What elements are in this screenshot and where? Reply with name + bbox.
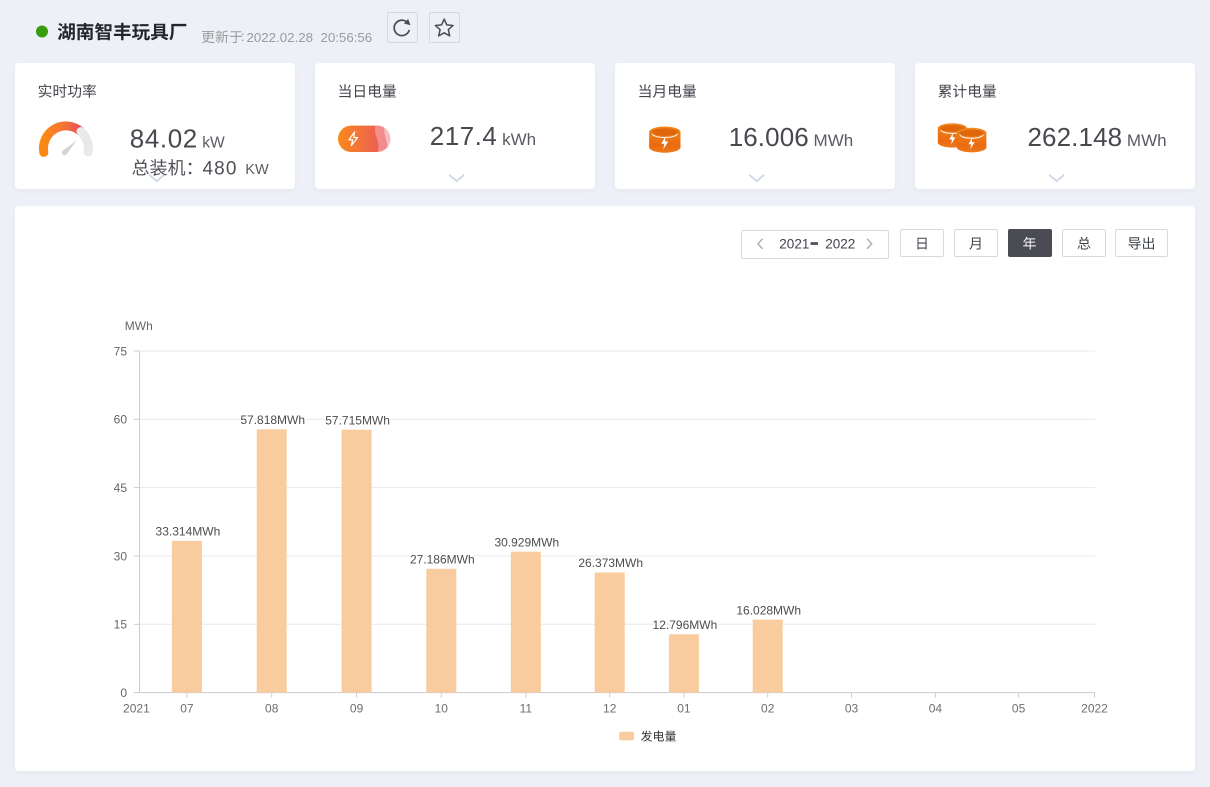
svg-text:2021: 2021 bbox=[779, 237, 809, 252]
svg-text:01: 01 bbox=[677, 702, 691, 716]
svg-text:10: 10 bbox=[435, 702, 449, 716]
svg-text:05: 05 bbox=[1012, 702, 1026, 716]
svg-text:03: 03 bbox=[845, 702, 859, 716]
svg-text:60: 60 bbox=[114, 413, 128, 427]
svg-text:2022.02.28 20:56:56: 2022.02.28 20:56:56 bbox=[247, 30, 373, 45]
svg-text:12: 12 bbox=[603, 702, 617, 716]
svg-text:84.02 kW: 84.02 kW bbox=[130, 123, 225, 153]
svg-text:11: 11 bbox=[520, 702, 533, 716]
svg-text::: : bbox=[241, 28, 245, 44]
svg-text:08: 08 bbox=[265, 702, 279, 716]
svg-text:30: 30 bbox=[114, 549, 128, 563]
svg-text:2022: 2022 bbox=[825, 237, 855, 252]
svg-text:07: 07 bbox=[180, 702, 194, 716]
svg-text:57.715MWh: 57.715MWh bbox=[325, 413, 390, 427]
svg-text:02: 02 bbox=[761, 702, 775, 716]
svg-text:16.006 MWh: 16.006 MWh bbox=[729, 122, 854, 152]
svg-text:45: 45 bbox=[114, 481, 128, 495]
svg-text:480: 480 bbox=[203, 158, 238, 179]
svg-text:2022: 2022 bbox=[1081, 702, 1108, 716]
svg-text:2021: 2021 bbox=[123, 702, 150, 716]
svg-text:262.148 MWh: 262.148 MWh bbox=[1028, 122, 1167, 152]
svg-text:26.373MWh: 26.373MWh bbox=[578, 556, 643, 570]
svg-text:09: 09 bbox=[350, 702, 364, 716]
svg-text:12.796MWh: 12.796MWh bbox=[653, 618, 718, 632]
svg-text:15: 15 bbox=[114, 618, 128, 632]
svg-text:75: 75 bbox=[114, 344, 128, 358]
svg-text:30.929MWh: 30.929MWh bbox=[494, 535, 559, 549]
svg-text:57.818MWh: 57.818MWh bbox=[240, 413, 305, 427]
svg-text:04: 04 bbox=[929, 702, 943, 716]
svg-text:MWh: MWh bbox=[125, 319, 153, 333]
svg-text:0: 0 bbox=[120, 686, 127, 700]
svg-text:KW: KW bbox=[245, 162, 269, 178]
svg-text:33.314MWh: 33.314MWh bbox=[156, 525, 221, 539]
svg-text:27.186MWh: 27.186MWh bbox=[410, 553, 475, 567]
svg-text:217.4 kWh: 217.4 kWh bbox=[430, 121, 536, 151]
svg-text:16.028MWh: 16.028MWh bbox=[736, 603, 801, 617]
